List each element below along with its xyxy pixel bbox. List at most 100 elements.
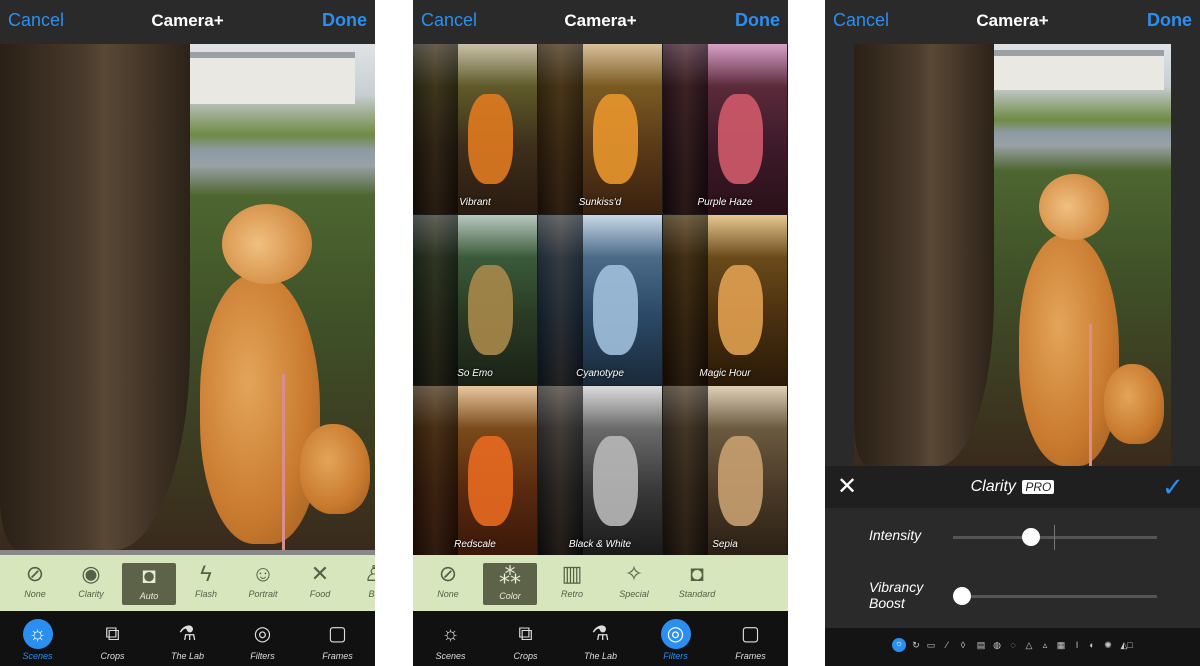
scene-flash[interactable]: ϟ Flash [177,555,235,611]
tab-the-lab[interactable]: ⚗ The Lab [150,611,225,666]
person-icon: ♙ [364,561,375,586]
tab-label: The Lab [170,651,205,661]
tab-filters[interactable]: ◎ Filters [638,611,713,666]
clarity-tool-icon[interactable]: ☼ [892,638,906,652]
scene-clarity[interactable]: ◉ Clarity [62,555,120,611]
filter-label: Cyanotype [576,368,624,379]
filters-screen: Cancel Camera+ Done Vibrant Sunkiss'd Pu… [413,0,788,666]
portrait-icon: ☺ [251,561,275,586]
filter-so-emo[interactable]: So Emo [413,215,537,385]
crop-icon: ⧉ [518,623,533,645]
tree-image [413,44,458,214]
dog-image [593,265,638,355]
square-icon[interactable]: □ [1125,640,1135,650]
intensity-slider-knob[interactable] [1021,528,1040,546]
leash-image [1089,324,1092,466]
tree-image [538,44,583,214]
checkmark-icon[interactable]: ✓ [1162,472,1188,502]
brush-icon[interactable]: ⁄ [942,640,952,650]
scenes-toolbar: ⊘ None ◉ Clarity ◘ Auto ϟ Flash ☺ Portrait ✕ F… [0,555,375,611]
scene-label: Ba [368,589,375,599]
scene-auto[interactable]: ◘ Auto [122,563,176,605]
tab-label: Frames [322,651,353,661]
category-special[interactable]: ✧ Special [605,555,663,611]
adjustment-title: Clarity PRO [825,478,1200,496]
filter-vibrant[interactable]: Vibrant [413,44,537,214]
house-image [984,50,1164,90]
scene-portrait[interactable]: ☺ Portrait [234,555,292,611]
navbar: Cancel Camera+ Done [825,0,1200,44]
filter-redscale[interactable]: Redscale [413,386,537,556]
crop-icon: ⧉ [105,623,120,645]
tab-scenes[interactable]: ☼ Scenes [413,611,488,666]
category-label: Special [619,589,649,599]
tab-scenes[interactable]: ☼ Scenes [0,611,75,666]
triangle-outline-icon[interactable]: ▵ [1040,640,1050,650]
dog-image [593,94,638,184]
done-button[interactable]: Done [735,10,780,31]
filter-label: So Emo [457,368,493,379]
tab-frames[interactable]: ▢ Frames [300,611,375,666]
tab-crops[interactable]: ⧉ Crops [488,611,563,666]
rotate-icon[interactable]: ↻ [911,640,921,650]
done-button[interactable]: Done [1147,10,1192,31]
intensity-slider[interactable] [953,525,1157,550]
done-button[interactable]: Done [322,10,367,31]
adjustment-name: Clarity [970,478,1016,495]
vibrancy-boost-slider-knob[interactable] [953,587,971,605]
tab-filters[interactable]: ◎ Filters [225,611,300,666]
drop-icon[interactable]: ◊ [958,640,968,650]
sun-icon[interactable]: ✺ [1103,640,1113,650]
tab-label: Scenes [22,651,53,661]
tab-crops[interactable]: ⧉ Crops [75,611,150,666]
photo-margin [1171,44,1200,466]
grid-icon[interactable]: ▦ [1056,640,1066,650]
category-color[interactable]: ⁂ Color [483,563,537,605]
photo-preview [854,44,1171,466]
navbar: Cancel Camera+ Done [0,0,375,44]
scene-label: Flash [194,589,217,599]
tab-label: Filters [663,651,688,661]
tree-image [538,386,583,556]
filter-magic-hour[interactable]: Magic Hour [663,215,787,385]
scene-none[interactable]: ⊘ None [6,555,64,611]
printer-icon[interactable]: ▤ [976,640,986,650]
adjustment-header: ✕ Clarity PRO ✓ [825,466,1200,508]
scenes-icon: ☼ [441,623,460,645]
vibrancy-boost-slider[interactable] [953,587,1157,605]
tree-image [413,215,458,385]
category-label: Retro [560,589,583,599]
filter-label: Black & White [568,539,632,550]
pro-badge: PRO [1022,480,1055,494]
thermometer-icon[interactable]: ǀ [1072,640,1082,650]
category-label: Color [499,591,521,601]
slider-center-tick [1054,525,1055,550]
filter-cyanotype[interactable]: Cyanotype [538,215,662,385]
triangle-icon[interactable]: △ [1024,640,1034,650]
filter-black-white[interactable]: Black & White [538,386,662,556]
scene-food[interactable]: ✕ Food [291,555,349,611]
contrast-icon[interactable]: ◐ [1087,640,1097,650]
none-icon: ⊘ [25,561,45,586]
tab-the-lab[interactable]: ⚗ The Lab [563,611,638,666]
lens-icon[interactable]: ◌ [1008,640,1018,650]
filter-sunkissd[interactable]: Sunkiss'd [538,44,662,214]
adjustment-tools-bar: ☼ ↻ ▭ ⁄ ◊ ▤ ◍ ◌ △ ▵ ▦ ǀ ◐ ✺ ◭ □ [825,628,1200,666]
app-title: Camera+ [564,11,637,30]
category-none[interactable]: ⊘ None [419,555,477,611]
scenes-screen: Cancel Camera+ Done ⊘ None ◉ Clarity ◘ Auto… [0,0,375,666]
tab-label: The Lab [583,651,618,661]
filter-sepia[interactable]: Sepia [663,386,787,556]
tab-bar: ☼ Scenes ⧉ Crops ⚗ The Lab ◎ Filters ▢ Frames [0,611,375,666]
folder-icon[interactable]: ▭ [926,640,936,650]
adjustment-panel: ✕ Clarity PRO ✓ Intensity Vibrancy Boost… [825,466,1200,666]
category-standard[interactable]: ◘ Standard [667,555,727,611]
tree-image [663,215,708,385]
scene-ba[interactable]: ♙ Ba [345,555,375,611]
category-retro[interactable]: ▥ Retro [543,555,601,611]
filter-purple-haze[interactable]: Purple Haze [663,44,787,214]
flash-icon: ϟ [200,561,212,586]
tab-frames[interactable]: ▢ Frames [713,611,788,666]
layers-icon[interactable]: ◍ [992,640,1002,650]
none-icon: ⊘ [438,561,458,586]
